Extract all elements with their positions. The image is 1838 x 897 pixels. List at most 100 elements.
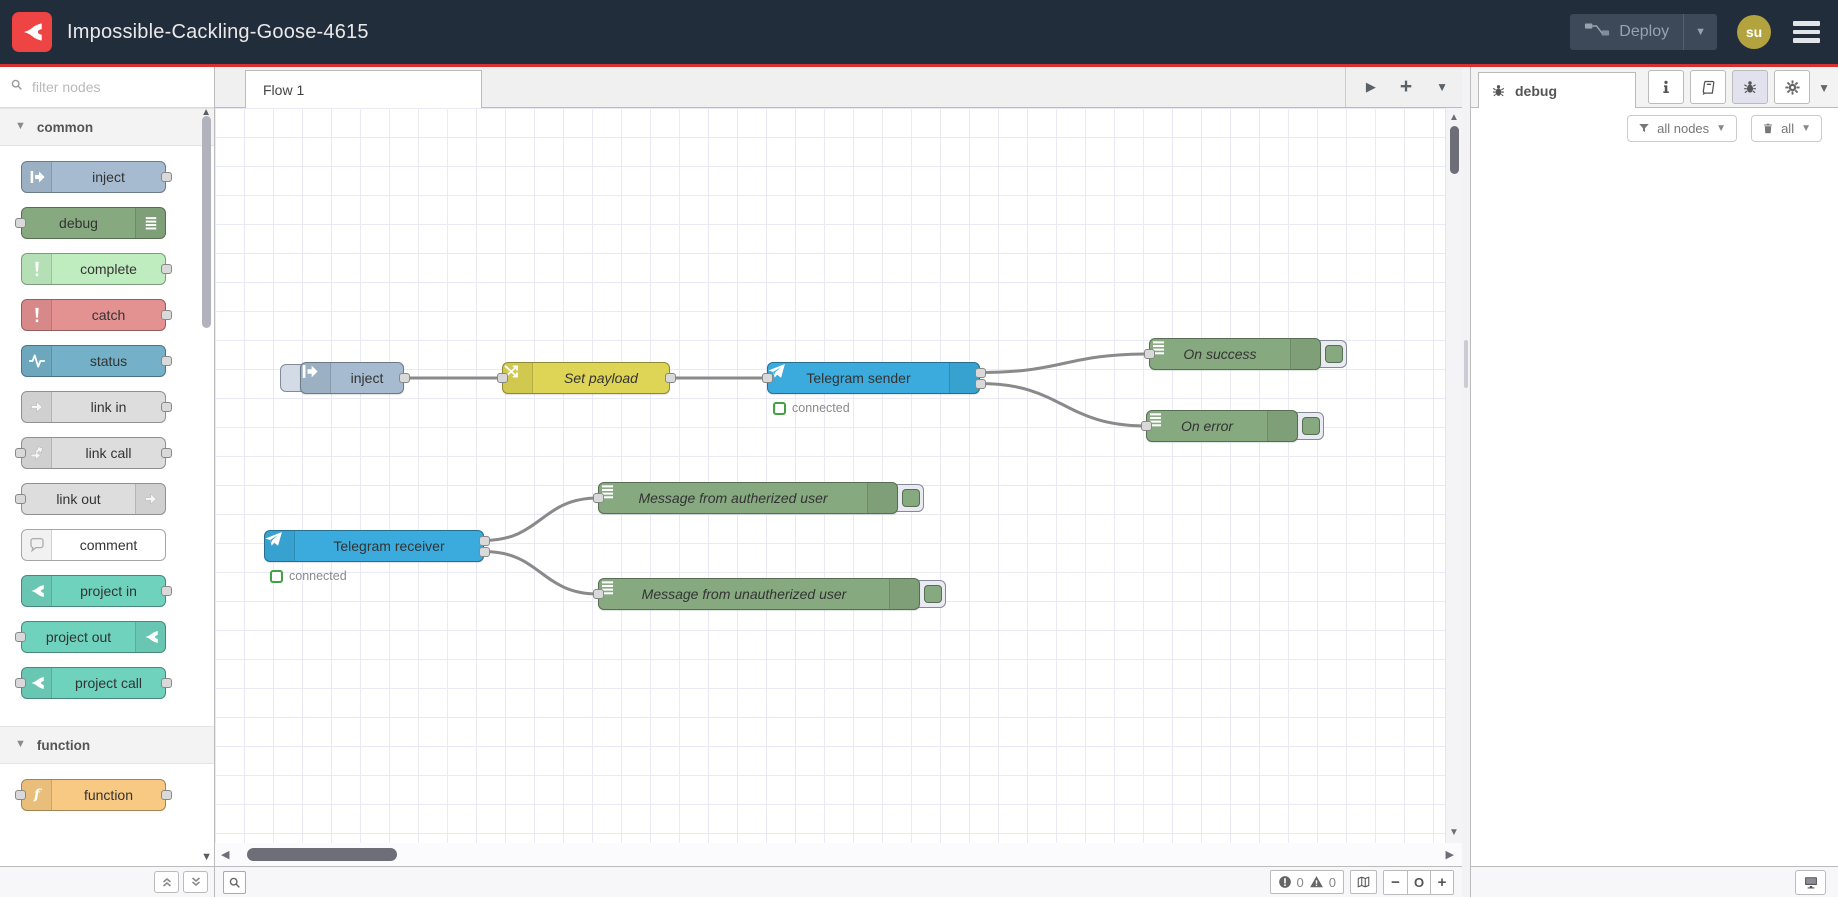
palette-node-function[interactable]: f function (15, 779, 172, 811)
node-output-port[interactable] (478, 546, 490, 557)
flow-list-caret[interactable]: ▼ (1436, 80, 1448, 94)
node-red-logo-icon[interactable] (12, 12, 52, 52)
scroll-down-icon[interactable]: ▼ (1449, 828, 1459, 838)
scroll-tabs-icon[interactable]: ▶ (1366, 79, 1376, 95)
wire[interactable] (482, 550, 600, 596)
flow-node-on-success[interactable]: On success (1149, 338, 1321, 370)
palette-node-link-call[interactable]: link call (15, 437, 172, 469)
splitter-handle[interactable] (1464, 340, 1468, 388)
flow-canvas[interactable]: inject Set payload Telegram sender connecte… (215, 108, 1462, 843)
collapse-all-categories-button[interactable] (154, 871, 179, 893)
node-input-port[interactable] (592, 589, 604, 599)
palette-node-project-call[interactable]: project call (15, 667, 172, 699)
node-output-port[interactable] (161, 310, 172, 320)
vertical-scrollbar-thumb[interactable] (1449, 126, 1459, 174)
sidebar-splitter[interactable] (1462, 67, 1470, 897)
node-output-port[interactable] (478, 535, 490, 546)
node-input-port[interactable] (15, 790, 26, 800)
node-output-port[interactable] (974, 378, 986, 389)
palette-node-complete[interactable]: complete (21, 253, 172, 285)
flow-node-inject[interactable]: inject (300, 362, 404, 394)
info-tab-button[interactable] (1648, 70, 1684, 104)
palette-node-debug[interactable]: debug (15, 207, 166, 239)
zoom-in-button[interactable]: + (1430, 870, 1453, 894)
palette-node-link-in[interactable]: link in (21, 391, 172, 423)
node-input-port[interactable] (15, 632, 26, 642)
flow-node-message-from-unautherized-user[interactable]: Message from unautherized user (598, 578, 920, 610)
node-output-port[interactable] (161, 586, 172, 596)
horizontal-scrollbar-thumb[interactable] (247, 848, 397, 861)
error-warning-counts[interactable]: 0 0 (1269, 870, 1344, 894)
node-red-app: Impossible-Cackling-Goose-4615 Deploy ▼ … (0, 0, 1838, 897)
wire[interactable] (978, 382, 1148, 428)
add-flow-button[interactable]: + (1400, 76, 1412, 97)
palette-search[interactable] (0, 67, 214, 108)
node-input-port[interactable] (15, 448, 26, 458)
node-input-port[interactable] (496, 373, 508, 383)
tab-flow-1[interactable]: Flow 1 (245, 70, 482, 108)
scroll-left-icon[interactable]: ◀ (221, 848, 229, 861)
user-avatar[interactable]: su (1737, 15, 1771, 49)
node-output-port[interactable] (161, 678, 172, 688)
flow-node-on-error[interactable]: On error (1146, 410, 1298, 442)
main-menu-button[interactable] (1793, 21, 1820, 43)
node-output-port[interactable] (664, 373, 676, 383)
scroll-up-icon[interactable]: ▲ (1449, 113, 1459, 123)
debug-filter-label: all nodes (1657, 120, 1710, 136)
canvas-vertical-scrollbar[interactable]: ▲ ▼ (1445, 108, 1462, 843)
node-output-port[interactable] (974, 367, 986, 378)
config-nodes-tab-button[interactable] (1774, 70, 1810, 104)
node-input-port[interactable] (15, 494, 26, 504)
flow-node-telegram-sender[interactable]: Telegram sender (767, 362, 980, 394)
tab-debug[interactable]: debug (1478, 72, 1636, 108)
node-output-port[interactable] (398, 373, 410, 383)
canvas-horizontal-scrollbar[interactable]: ◀ ▶ (215, 843, 1462, 866)
palette-search-input[interactable] (30, 78, 204, 96)
node-input-port[interactable] (1143, 349, 1155, 359)
node-output-port[interactable] (161, 790, 172, 800)
palette-category-common[interactable]: ▼ common (0, 108, 214, 146)
debug-tab-button[interactable] (1732, 70, 1768, 104)
palette-node-inject[interactable]: inject (21, 161, 172, 193)
node-input-port[interactable] (15, 218, 26, 228)
palette-scrollbar-thumb[interactable] (202, 116, 211, 328)
flow-node-set-payload[interactable]: Set payload (502, 362, 670, 394)
flow-node-telegram-receiver[interactable]: Telegram receiver (264, 530, 484, 562)
deploy-options-caret[interactable]: ▼ (1683, 14, 1717, 50)
palette-scroll-down-icon[interactable]: ▼ (201, 852, 212, 863)
palette-node-project-out[interactable]: project out (15, 621, 166, 653)
palette-node-status[interactable]: status (21, 345, 172, 377)
palette-node-project-in[interactable]: project in (21, 575, 172, 607)
debug-filter-button[interactable]: all nodes ▼ (1627, 114, 1738, 142)
flow-node-message-from-autherized-user[interactable]: Message from autherized user (598, 482, 898, 514)
palette-category-function[interactable]: ▼ function (0, 726, 214, 764)
wire[interactable] (482, 496, 600, 542)
node-status: connected (773, 401, 850, 415)
node-output-port[interactable] (161, 172, 172, 182)
palette-node-catch[interactable]: catch (21, 299, 172, 331)
node-input-port[interactable] (761, 373, 773, 383)
node-input-port[interactable] (15, 678, 26, 688)
node-output-port[interactable] (161, 356, 172, 366)
debug-toggle-state (902, 488, 920, 507)
node-input-port[interactable] (592, 493, 604, 503)
expand-all-categories-button[interactable] (183, 871, 208, 893)
palette-scroll[interactable]: ▼ common inject debug complete catch status lin… (0, 108, 214, 866)
wire[interactable] (978, 352, 1151, 374)
search-flows-button[interactable] (223, 870, 246, 894)
node-output-port[interactable] (161, 264, 172, 274)
node-output-port[interactable] (161, 448, 172, 458)
navigator-map-button[interactable] (1350, 870, 1377, 894)
node-output-port[interactable] (161, 402, 172, 412)
open-debug-window-button[interactable] (1795, 869, 1826, 895)
help-tab-button[interactable] (1690, 70, 1726, 104)
zoom-reset-button[interactable]: O (1407, 870, 1430, 894)
zoom-out-button[interactable]: − (1384, 870, 1407, 894)
palette-node-link-out[interactable]: link out (15, 483, 166, 515)
node-input-port[interactable] (1140, 421, 1152, 431)
debug-clear-button[interactable]: all ▼ (1751, 114, 1822, 142)
sidebar-tabs-caret[interactable]: ▼ (1818, 81, 1830, 95)
deploy-button[interactable]: Deploy ▼ (1570, 14, 1717, 50)
scroll-right-icon[interactable]: ▶ (1446, 848, 1454, 861)
palette-node-comment[interactable]: comment (21, 529, 166, 561)
